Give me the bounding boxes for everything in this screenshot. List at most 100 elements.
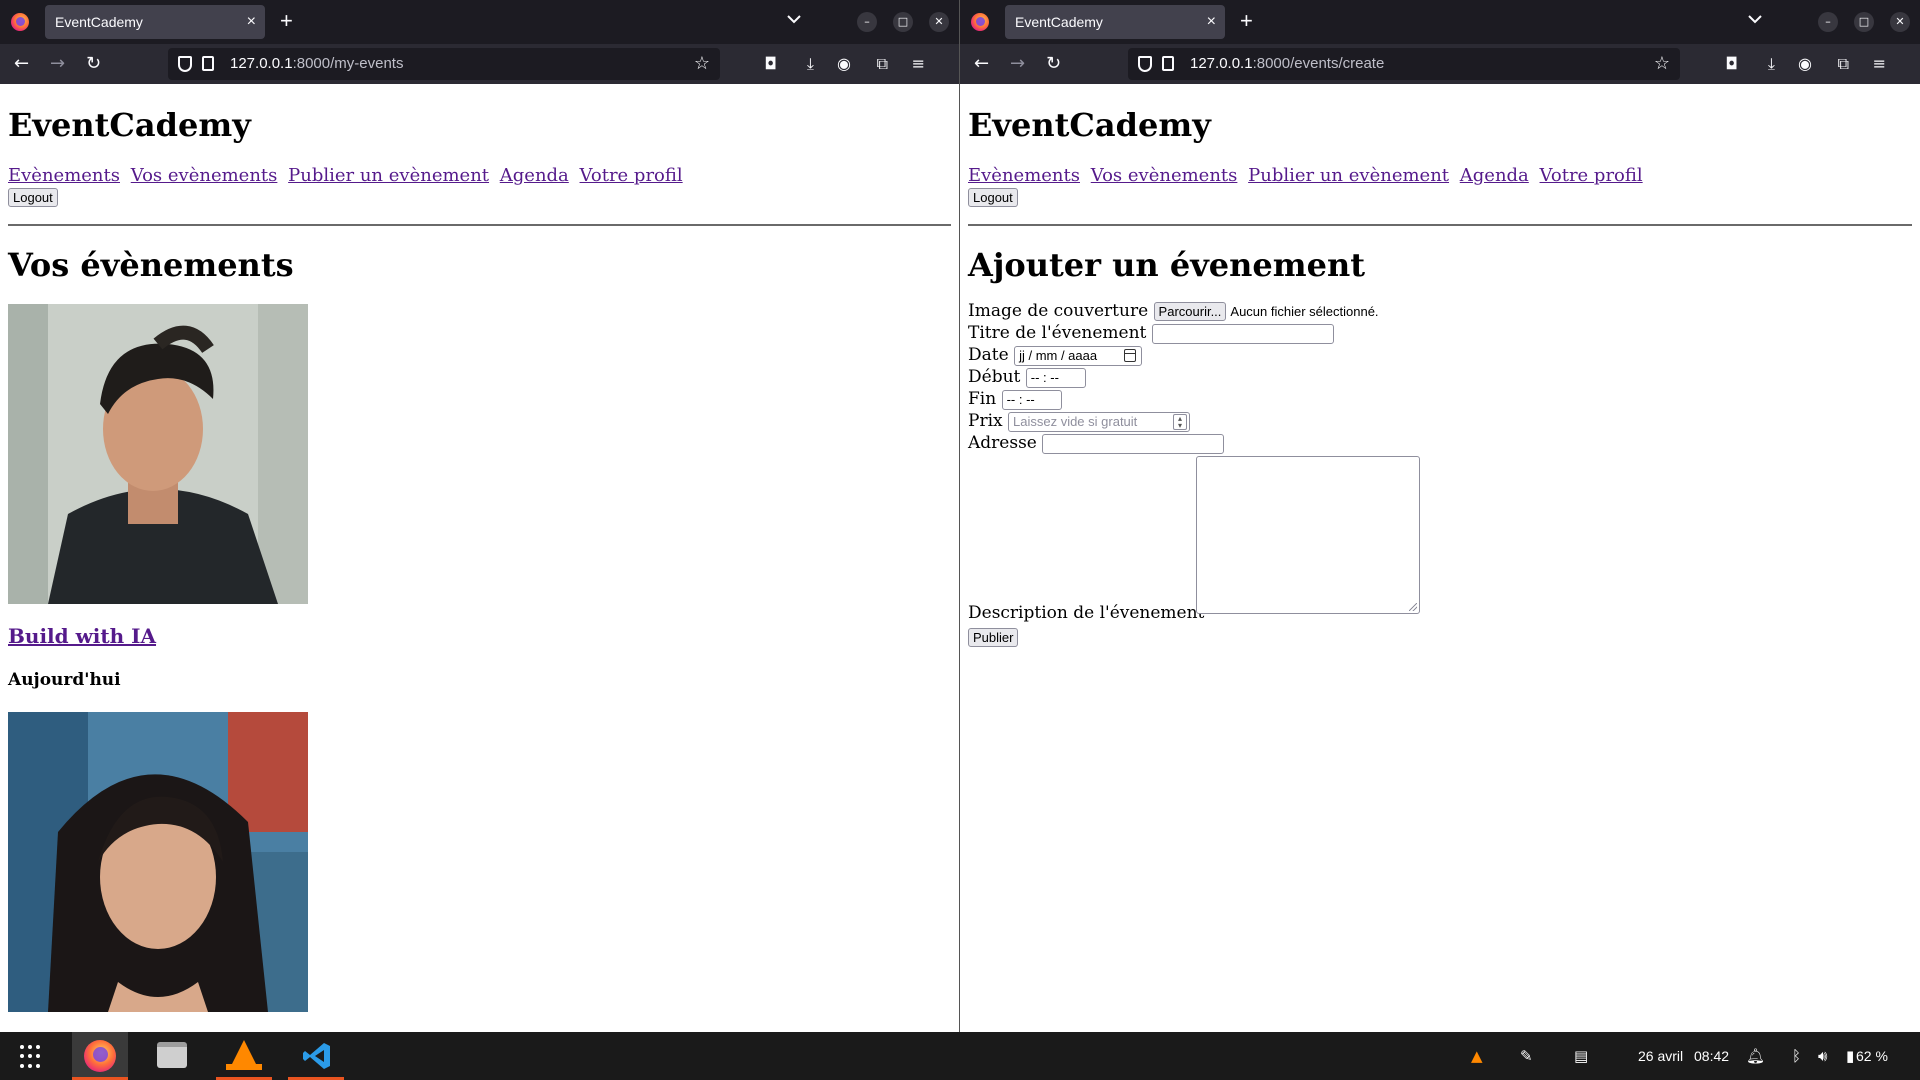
logout-button[interactable]: Logout bbox=[8, 188, 58, 207]
pocket-icon[interactable]: ◘ bbox=[764, 53, 777, 75]
chevron-down-icon[interactable] bbox=[787, 12, 801, 28]
nav-link-publish-event[interactable]: Publier un evènement bbox=[1248, 165, 1449, 186]
event-title-link[interactable]: Build with IA bbox=[8, 624, 156, 648]
event-cover-image[interactable] bbox=[8, 304, 308, 604]
url-text[interactable]: 127.0.0.1:8000/events/create bbox=[1190, 48, 1384, 80]
extensions-icon[interactable]: ⧉ bbox=[877, 53, 888, 75]
back-arrow-icon[interactable]: ← bbox=[974, 53, 989, 75]
end-time-label: Fin bbox=[968, 389, 997, 409]
vlc-tray-icon[interactable]: ▲ bbox=[1471, 1032, 1483, 1080]
menu-icon[interactable]: ≡ bbox=[1873, 53, 1886, 75]
site-title: EventCademy bbox=[8, 106, 251, 144]
clipboard-tray-icon[interactable]: ▤ bbox=[1574, 1032, 1588, 1080]
address-bar[interactable]: 127.0.0.1:8000/my-events ☆ bbox=[168, 48, 720, 80]
chevron-down-icon[interactable] bbox=[1748, 12, 1762, 28]
reload-icon[interactable]: ↻ bbox=[86, 53, 101, 75]
nav-link-agenda[interactable]: Agenda bbox=[1460, 165, 1529, 186]
close-tab-icon[interactable]: × bbox=[1207, 5, 1216, 39]
maximize-icon[interactable]: □ bbox=[1854, 12, 1874, 32]
divider bbox=[8, 224, 951, 226]
number-spinner-icon[interactable]: ▴ ▾ bbox=[1173, 413, 1187, 430]
start-time-input[interactable]: -- : -- bbox=[1025, 367, 1086, 388]
tab-bar: EventCademy × + – □ ✕ bbox=[960, 0, 1920, 44]
time-text[interactable]: 08:42 bbox=[1694, 1032, 1729, 1080]
forward-arrow-icon[interactable]: → bbox=[50, 53, 65, 75]
extensions-icon[interactable]: ⧉ bbox=[1838, 53, 1849, 75]
site-title: EventCademy bbox=[968, 106, 1211, 144]
minimize-icon[interactable]: – bbox=[857, 12, 877, 32]
nav-link-events[interactable]: Evènements bbox=[8, 165, 120, 186]
date-input[interactable]: jj / mm / aaaa bbox=[1014, 345, 1143, 366]
nav-link-publish-event[interactable]: Publier un evènement bbox=[288, 165, 489, 186]
forward-arrow-icon[interactable]: → bbox=[1010, 53, 1025, 75]
browser-tab[interactable]: EventCademy × bbox=[1005, 5, 1225, 39]
nav-link-profile[interactable]: Votre profil bbox=[580, 165, 683, 186]
download-icon[interactable]: ⤓ bbox=[807, 53, 814, 75]
url-text[interactable]: 127.0.0.1:8000/my-events bbox=[230, 48, 403, 80]
battery-percent[interactable]: 62 % bbox=[1856, 1032, 1888, 1080]
maximize-icon[interactable]: □ bbox=[893, 12, 913, 32]
price-input[interactable]: Laissez vide si gratuit ▴ ▾ bbox=[1008, 411, 1190, 432]
dock-firefox[interactable] bbox=[72, 1032, 128, 1080]
price-label: Prix bbox=[968, 411, 1003, 431]
close-window-icon[interactable]: ✕ bbox=[1890, 12, 1910, 32]
url-host: 127.0.0.1 bbox=[1190, 55, 1253, 72]
divider bbox=[968, 224, 1912, 226]
menu-icon[interactable]: ≡ bbox=[912, 53, 925, 75]
browser-tab[interactable]: EventCademy × bbox=[45, 5, 265, 39]
nav-link-events[interactable]: Evènements bbox=[968, 165, 1080, 186]
bell-icon[interactable]: 🔔︎ bbox=[1746, 1032, 1765, 1080]
pen-tray-icon[interactable]: ✎ bbox=[1520, 1032, 1533, 1080]
nav-link-my-events[interactable]: Vos evènements bbox=[131, 165, 278, 186]
back-arrow-icon[interactable]: ← bbox=[14, 53, 29, 75]
bookmark-star-icon[interactable]: ☆ bbox=[694, 48, 710, 80]
event-title-input[interactable] bbox=[1151, 323, 1334, 344]
event-cover-image[interactable] bbox=[8, 712, 308, 1012]
dock-vscode[interactable] bbox=[288, 1032, 344, 1080]
bookmark-star-icon[interactable]: ☆ bbox=[1654, 48, 1670, 80]
shield-icon[interactable] bbox=[178, 56, 192, 72]
account-icon[interactable]: ◉ bbox=[1798, 53, 1812, 75]
account-icon[interactable]: ◉ bbox=[837, 53, 851, 75]
close-window-icon[interactable]: ✕ bbox=[929, 12, 949, 32]
close-tab-icon[interactable]: × bbox=[247, 5, 256, 39]
end-time-input[interactable]: -- : -- bbox=[1001, 389, 1062, 410]
battery-icon[interactable]: ▮ bbox=[1846, 1032, 1854, 1080]
nav-link-profile[interactable]: Votre profil bbox=[1540, 165, 1643, 186]
new-tab-button[interactable]: + bbox=[1240, 8, 1253, 34]
volume-icon[interactable]: 🔊︎ bbox=[1818, 1032, 1827, 1080]
dock-vlc[interactable] bbox=[216, 1032, 272, 1080]
address-label: Adresse bbox=[968, 433, 1037, 453]
site-nav: Evènements Vos evènements Publier un evè… bbox=[968, 166, 1912, 186]
download-icon[interactable]: ⤓ bbox=[1768, 53, 1775, 75]
date-text[interactable]: 26 avril bbox=[1638, 1032, 1683, 1080]
pocket-icon[interactable]: ◘ bbox=[1725, 53, 1738, 75]
site-nav: Evènements Vos evènements Publier un evè… bbox=[8, 166, 951, 186]
app-grid-icon[interactable] bbox=[20, 1045, 44, 1069]
address-bar[interactable]: 127.0.0.1:8000/events/create ☆ bbox=[1128, 48, 1680, 80]
publish-button[interactable]: Publier bbox=[968, 628, 1019, 647]
browse-file-button[interactable]: Parcourir... bbox=[1153, 302, 1227, 321]
nav-link-agenda[interactable]: Agenda bbox=[500, 165, 569, 186]
resize-grip-icon[interactable] bbox=[1409, 603, 1417, 611]
reload-icon[interactable]: ↻ bbox=[1046, 53, 1061, 75]
address-input[interactable] bbox=[1042, 433, 1225, 454]
tab-bar: EventCademy × + – □ ✕ bbox=[0, 0, 959, 44]
page-icon[interactable] bbox=[202, 56, 214, 71]
dock-files[interactable] bbox=[144, 1032, 200, 1080]
shield-icon[interactable] bbox=[1138, 56, 1152, 72]
url-path: :8000/events/create bbox=[1252, 55, 1385, 72]
logout-button[interactable]: Logout bbox=[968, 188, 1018, 207]
calendar-icon[interactable] bbox=[1124, 348, 1137, 362]
vlc-app-icon bbox=[226, 1040, 262, 1070]
page-icon[interactable] bbox=[1162, 56, 1174, 71]
nav-link-my-events[interactable]: Vos evènements bbox=[1091, 165, 1238, 186]
description-textarea[interactable] bbox=[1196, 456, 1420, 614]
tab-title: EventCademy bbox=[55, 14, 143, 30]
date-input-value: jj / mm / aaaa bbox=[1019, 347, 1098, 363]
minimize-icon[interactable]: – bbox=[1818, 12, 1838, 32]
browser-window-left: EventCademy × + – □ ✕ ← → ↻ 127.0.0.1:80… bbox=[0, 0, 959, 1032]
new-tab-button[interactable]: + bbox=[280, 8, 293, 34]
navigation-toolbar: ← → ↻ 127.0.0.1:8000/my-events ☆ ◘ ⤓ ◉ ⧉… bbox=[0, 44, 959, 84]
bluetooth-icon[interactable]: ᛒ bbox=[1792, 1032, 1801, 1080]
